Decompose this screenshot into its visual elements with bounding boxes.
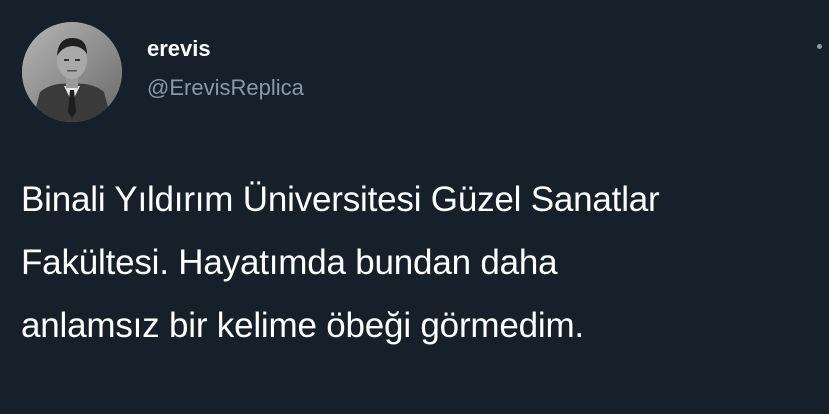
- tweet-text-line: Fakültesi. Hayatımda bundan daha: [21, 243, 558, 282]
- tweet-text: Binali Yıldırım Üniversitesi Güzel Sanat…: [21, 168, 827, 357]
- more-options-icon[interactable]: [817, 44, 822, 49]
- tweet-card: erevis @ErevisReplica Binali Yıldırım Ün…: [0, 0, 829, 414]
- avatar[interactable]: [22, 22, 122, 122]
- profile-photo-icon: [22, 22, 122, 122]
- tweet-text-line: anlamsız bir kelime öbeği görmedim.: [21, 306, 584, 345]
- user-handle[interactable]: @ErevisReplica: [147, 75, 304, 101]
- display-name[interactable]: erevis: [147, 36, 211, 62]
- tweet-text-line: Binali Yıldırım Üniversitesi Güzel Sanat…: [21, 180, 660, 219]
